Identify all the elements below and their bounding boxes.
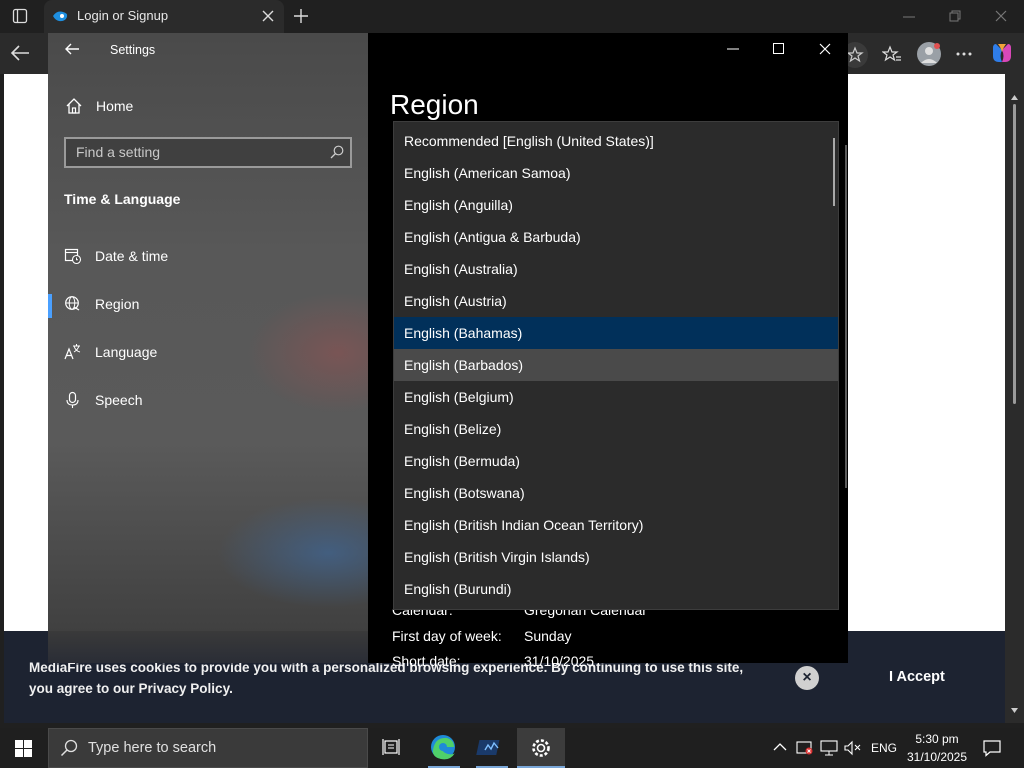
clock-date[interactable]: 31/10/2025	[904, 750, 970, 764]
mediafire-favicon-icon	[52, 9, 68, 23]
dropdown-option[interactable]: English (Belgium)	[394, 381, 838, 413]
taskbar-search-icon	[60, 739, 78, 757]
windows-start-icon[interactable]	[15, 740, 32, 757]
search-icon	[330, 145, 344, 159]
app-icon[interactable]	[468, 728, 516, 768]
settings-window-title: Settings	[110, 43, 156, 57]
browser-close-icon[interactable]	[995, 10, 1007, 22]
input-language-indicator[interactable]: ENG	[871, 741, 897, 755]
dropdown-option[interactable]: English (British Virgin Islands)	[394, 541, 838, 573]
nav-language-label: Language	[95, 344, 158, 360]
close-tab-icon[interactable]	[262, 10, 274, 22]
country-region-dropdown-list[interactable]: Recommended [English (United States)] En…	[393, 121, 839, 610]
section-title: Time & Language	[64, 191, 181, 207]
cookie-banner-text: MediaFire uses cookies to provide you wi…	[29, 660, 744, 696]
notifications-icon[interactable]	[983, 739, 1001, 757]
home-icon	[65, 97, 83, 115]
dropdown-option[interactable]: English (Australia)	[394, 253, 838, 285]
short-date-value: 31/10/2025	[524, 653, 595, 669]
content-scrollbar[interactable]	[845, 145, 847, 488]
task-view-icon[interactable]	[368, 728, 416, 768]
dropdown-scrollbar-thumb[interactable]	[833, 138, 835, 206]
volume-muted-icon[interactable]	[844, 740, 862, 756]
nav-speech-label: Speech	[95, 392, 143, 408]
new-tab-icon[interactable]	[293, 8, 309, 24]
back-icon[interactable]	[10, 44, 30, 62]
page-scrollbar[interactable]	[1005, 74, 1024, 724]
clock-time[interactable]: 5:30 pm	[912, 732, 962, 746]
dropdown-option[interactable]: English (Austria)	[394, 285, 838, 317]
tab-actions-icon[interactable]	[12, 8, 28, 24]
microphone-icon	[64, 391, 82, 409]
nav-home-label: Home	[96, 98, 134, 114]
nav-region-label: Region	[95, 296, 140, 312]
settings-maximize-icon[interactable]	[773, 43, 784, 54]
page-title: Region	[390, 89, 479, 120]
browser-minimize-icon[interactable]	[903, 16, 915, 18]
short-date-key: Short date:	[392, 653, 461, 669]
calendar-clock-icon	[64, 247, 82, 265]
settings-nav-pane-bottom	[48, 631, 368, 663]
taskbar-search-placeholder: Type here to search	[88, 740, 217, 756]
cookie-close-button[interactable]: ×	[795, 666, 819, 690]
accept-cookies-button[interactable]: I Accept	[889, 669, 945, 685]
dropdown-option[interactable]: Recommended [English (United States)]	[394, 125, 838, 157]
dropdown-option[interactable]: English (American Samoa)	[394, 157, 838, 189]
nav-date-time-label: Date & time	[95, 248, 169, 264]
settings-minimize-icon[interactable]	[727, 48, 739, 50]
language-icon	[64, 343, 82, 361]
settings-taskbar-button[interactable]	[517, 728, 565, 768]
dropdown-option[interactable]: English (Botswana)	[394, 477, 838, 509]
nav-date-time[interactable]: Date & time	[48, 238, 368, 278]
nav-speech[interactable]: Speech	[48, 382, 368, 422]
profile-avatar[interactable]	[917, 42, 941, 66]
tab-title: Login or Signup	[77, 8, 169, 23]
nav-language[interactable]: Language	[48, 334, 368, 374]
copilot-icon[interactable]	[990, 42, 1014, 64]
dropdown-option[interactable]: English (Bermuda)	[394, 445, 838, 477]
globe-icon	[64, 295, 82, 313]
network-icon[interactable]	[820, 740, 838, 756]
security-icon[interactable]	[796, 739, 814, 757]
dropdown-option[interactable]: English (Burundi)	[394, 573, 838, 605]
dropdown-option[interactable]: English (Anguilla)	[394, 189, 838, 221]
nav-region[interactable]: Region	[48, 286, 368, 326]
edge-icon[interactable]	[420, 728, 468, 768]
dropdown-option[interactable]: English (Belize)	[394, 413, 838, 445]
settings-back-icon[interactable]	[64, 42, 80, 56]
more-options-icon[interactable]	[956, 52, 972, 56]
dropdown-option[interactable]: English (Antigua & Barbuda)	[394, 221, 838, 253]
settings-close-icon[interactable]	[819, 43, 831, 55]
dropdown-option[interactable]: English (British Indian Ocean Territory)	[394, 509, 838, 541]
dropdown-option-selected[interactable]: English (Bahamas)	[394, 317, 838, 349]
nav-home[interactable]: Home	[48, 88, 368, 124]
dropdown-option-hovered[interactable]: English (Barbados)	[394, 349, 838, 381]
chevron-up-icon[interactable]	[773, 742, 787, 752]
find-setting-placeholder: Find a setting	[76, 144, 161, 160]
browser-restore-icon[interactable]	[949, 10, 961, 22]
favorites-icon[interactable]	[882, 45, 902, 63]
first-day-value: Sunday	[524, 628, 572, 644]
first-day-key: First day of week:	[392, 628, 502, 644]
